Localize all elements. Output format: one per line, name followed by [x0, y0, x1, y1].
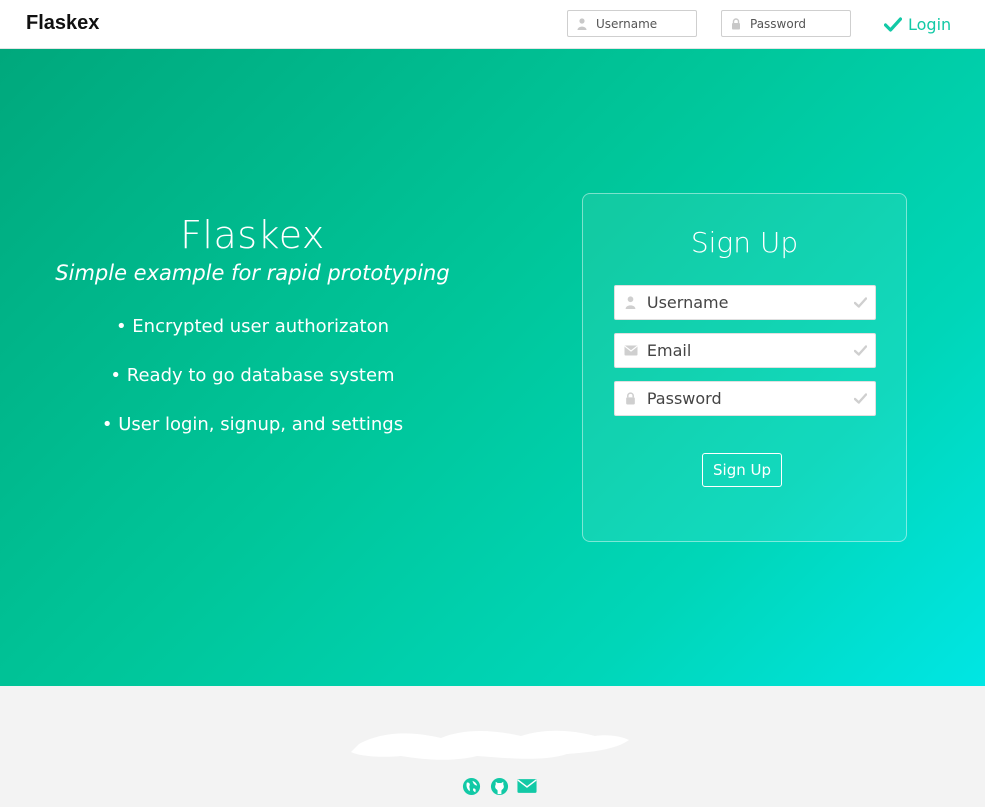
- redacted-scribble: [351, 730, 629, 760]
- signup-button[interactable]: Sign Up: [702, 453, 782, 487]
- hero-subtitle: Simple example for rapid prototyping: [55, 261, 450, 285]
- signup-email-field[interactable]: [614, 333, 876, 368]
- check-icon: [847, 345, 875, 356]
- github-icon[interactable]: [489, 776, 509, 796]
- login-button[interactable]: Login: [884, 12, 951, 36]
- signup-email-input[interactable]: [646, 341, 847, 360]
- nav-password-input[interactable]: [750, 16, 846, 31]
- signup-title: Sign Up: [690, 226, 799, 259]
- check-icon: [847, 297, 875, 308]
- hero-title: Flaskex: [180, 213, 325, 257]
- user-icon: [576, 17, 588, 30]
- nav-password-field[interactable]: [721, 10, 851, 37]
- signup-password-field[interactable]: [614, 381, 876, 416]
- feature-item: • Encrypted user authorizaton: [115, 316, 390, 337]
- footer-icon-links: [461, 776, 537, 796]
- lock-icon: [615, 392, 647, 405]
- lock-icon: [730, 17, 742, 30]
- check-icon: [847, 393, 875, 404]
- brand-logo[interactable]: Flaskex: [26, 12, 99, 35]
- feature-item: • User login, signup, and settings: [101, 414, 404, 435]
- globe-icon[interactable]: [461, 776, 481, 796]
- envelope-icon: [615, 345, 647, 356]
- nav-username-field[interactable]: [567, 10, 697, 37]
- feature-list: • Encrypted user authorizaton • Ready to…: [0, 315, 505, 462]
- signup-username-input[interactable]: [646, 293, 847, 312]
- hero-section: Flaskex Simple example for rapid prototy…: [0, 49, 985, 686]
- nav-username-input[interactable]: [596, 16, 692, 31]
- signup-card: Sign Up Username Email Sign Up: [582, 193, 907, 542]
- check-icon: [884, 16, 902, 32]
- user-icon: [615, 296, 647, 309]
- navbar: Flaskex Login: [0, 0, 985, 49]
- feature-item: • Ready to go database system: [110, 365, 395, 386]
- signup-username-field[interactable]: [614, 285, 876, 320]
- envelope-icon[interactable]: [517, 776, 537, 796]
- login-label: Login: [908, 14, 952, 34]
- signup-password-input[interactable]: [646, 389, 847, 408]
